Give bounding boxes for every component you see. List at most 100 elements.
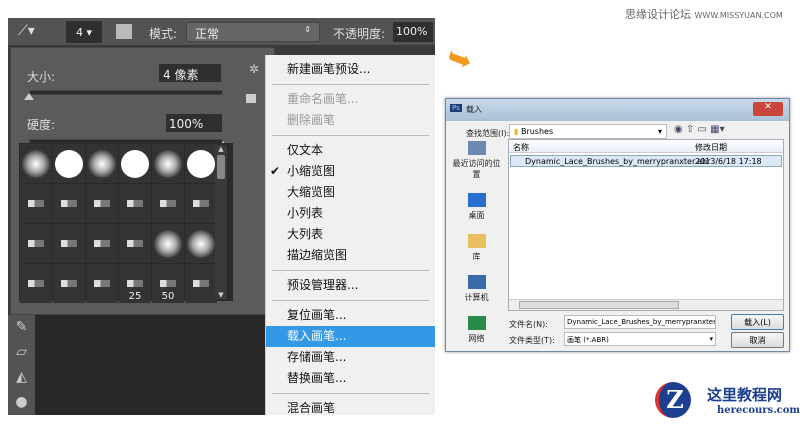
filename-input[interactable]: Dynamic_Lace_Brushes_by_merrypranxter.ab… bbox=[564, 315, 716, 329]
menu-item[interactable]: 大列表 bbox=[266, 224, 435, 245]
menu-item[interactable]: 小列表 bbox=[266, 203, 435, 224]
tip-brush-thumbnail bbox=[127, 240, 143, 247]
menu-separator bbox=[272, 300, 429, 301]
tip-brush-thumbnail bbox=[61, 280, 77, 287]
menu-item-label: 大列表 bbox=[287, 227, 324, 241]
menu-item[interactable]: 描边缩览图 bbox=[266, 245, 435, 266]
brush-preset[interactable] bbox=[185, 144, 217, 183]
menu-item[interactable]: 大缩览图 bbox=[266, 182, 435, 203]
brush-preset[interactable] bbox=[86, 184, 118, 223]
brush-preset[interactable] bbox=[53, 144, 85, 183]
brush-size-label: 25 bbox=[128, 291, 142, 302]
brush-preset[interactable] bbox=[185, 184, 217, 223]
size-label: 大小: bbox=[27, 70, 56, 84]
menu-item[interactable]: 删除画笔 bbox=[266, 110, 435, 131]
brush-preset[interactable] bbox=[53, 264, 85, 303]
place-item[interactable]: 最近访问的位置 bbox=[449, 141, 504, 180]
menu-item[interactable]: ✔ 小缩览图 bbox=[266, 161, 435, 182]
lookin-select[interactable]: ▮ Brushes ▾ bbox=[509, 124, 667, 139]
mode-label: 模式: bbox=[149, 27, 178, 41]
mode-select[interactable]: 正常 ⇕ bbox=[186, 22, 320, 42]
new-folder-icon[interactable]: ▭ bbox=[698, 124, 707, 135]
up-folder-icon[interactable]: ⇧ bbox=[686, 124, 694, 135]
menu-item[interactable]: 仅文本 bbox=[266, 140, 435, 161]
cancel-button[interactable]: 取消 bbox=[731, 332, 784, 348]
paint-bucket-icon[interactable]: ◭ bbox=[8, 365, 35, 390]
menu-item[interactable]: 存储画笔... bbox=[266, 347, 435, 368]
brush-preset[interactable] bbox=[86, 224, 118, 263]
brush-preset[interactable] bbox=[119, 144, 151, 183]
tip-brush-thumbnail bbox=[61, 200, 77, 207]
soft-brush-thumbnail bbox=[154, 149, 182, 178]
menu-item[interactable]: 重命名画笔... bbox=[266, 89, 435, 110]
preset-scrollbar[interactable]: ▲ ▼ bbox=[215, 145, 227, 299]
menu-item[interactable]: 复位画笔... bbox=[266, 305, 435, 326]
menu-separator bbox=[272, 84, 429, 85]
arrow-icon: ➥ bbox=[441, 38, 478, 81]
place-icon bbox=[467, 141, 486, 155]
brush-preset[interactable] bbox=[152, 144, 184, 183]
close-button[interactable]: ✕ bbox=[753, 102, 783, 116]
blur-drop-icon[interactable]: ● bbox=[8, 390, 35, 415]
column-name[interactable]: 名称 bbox=[513, 142, 529, 153]
brush-preset[interactable] bbox=[86, 264, 118, 303]
place-icon bbox=[467, 275, 486, 289]
brush-panel-toggle-icon[interactable] bbox=[116, 24, 132, 39]
brush-preset[interactable] bbox=[20, 144, 52, 183]
column-date[interactable]: 修改日期 bbox=[695, 142, 727, 153]
opacity-input[interactable]: 100% bbox=[393, 22, 433, 42]
hardness-input[interactable]: 100% bbox=[166, 114, 222, 132]
brush-preset[interactable] bbox=[119, 184, 151, 223]
brush-preset[interactable] bbox=[53, 184, 85, 223]
photoshop-window: ⟋▾ 4 ▾ 模式: 正常 ⇕ 不透明度: 100% 大小: 4 像素 ✲ 硬度:… bbox=[8, 18, 435, 415]
brush-preset[interactable] bbox=[20, 184, 52, 223]
brush-size-picker[interactable]: 4 ▾ bbox=[66, 21, 102, 43]
size-input[interactable]: 4 像素 bbox=[159, 64, 221, 82]
brush-preset[interactable] bbox=[86, 144, 118, 183]
size-slider[interactable] bbox=[29, 90, 223, 95]
load-dialog: Ps 载入 ✕ 查找范围(I): ▮ Brushes ▾ ◉ ⇧ ▭ ▦▾ 最近访… bbox=[445, 98, 790, 352]
brush-preset[interactable] bbox=[185, 264, 217, 303]
menu-item-label: 重命名画笔... bbox=[287, 92, 359, 106]
brush-panel-menu: 新建画笔预设... 重命名画笔... 删除画笔仅文本 ✔ 小缩览图 大缩览图 小列表大列表描… bbox=[265, 55, 435, 415]
brush-preset[interactable] bbox=[152, 224, 184, 263]
filetype-select[interactable]: 画笔 (*.ABR) ▾ bbox=[564, 332, 716, 346]
brush-preset[interactable] bbox=[185, 224, 217, 263]
history-brush-icon[interactable]: ✎ bbox=[8, 315, 35, 340]
menu-item[interactable]: 新建画笔预设... bbox=[266, 59, 435, 80]
horizontal-scrollbar[interactable] bbox=[509, 299, 783, 310]
menu-item-label: 仅文本 bbox=[287, 143, 324, 157]
new-preset-icon[interactable] bbox=[246, 94, 256, 103]
load-button[interactable]: 载入(L) bbox=[731, 314, 784, 330]
gear-icon[interactable]: ✲ bbox=[249, 62, 259, 76]
size-slider-thumb[interactable] bbox=[24, 93, 34, 100]
brush-preset[interactable] bbox=[20, 264, 52, 303]
tip-brush-thumbnail bbox=[94, 240, 110, 247]
menu-item[interactable]: 混合画笔 bbox=[266, 398, 435, 419]
menu-separator bbox=[272, 393, 429, 394]
lookin-value: Brushes bbox=[520, 127, 554, 136]
place-item[interactable]: 库 bbox=[449, 234, 504, 262]
menu-item[interactable]: 替换画笔... bbox=[266, 368, 435, 389]
hard-brush-thumbnail bbox=[121, 149, 149, 178]
file-row[interactable]: Dynamic_Lace_Brushes_by_merrypranxter.ab… bbox=[510, 155, 782, 167]
place-item[interactable]: 计算机 bbox=[449, 275, 504, 303]
brush-preset[interactable]: 25 bbox=[119, 264, 151, 303]
back-icon[interactable]: ◉ bbox=[674, 124, 683, 135]
eraser-icon[interactable]: ▱ bbox=[8, 340, 35, 365]
view-menu-icon[interactable]: ▦▾ bbox=[710, 124, 724, 135]
place-item[interactable]: 桌面 bbox=[449, 193, 504, 221]
hard-brush-thumbnail bbox=[55, 149, 83, 178]
watermark: 思缘设计论坛 WWW.MISSYUAN.COM bbox=[625, 6, 783, 22]
brush-preset[interactable] bbox=[152, 184, 184, 223]
menu-item[interactable]: 预设管理器... bbox=[266, 275, 435, 296]
brush-preset[interactable] bbox=[20, 224, 52, 263]
brush-preset[interactable] bbox=[119, 224, 151, 263]
brush-preset[interactable]: 50 bbox=[152, 264, 184, 303]
brush-preset[interactable] bbox=[53, 224, 85, 263]
menu-item-label: 混合画笔 bbox=[287, 401, 336, 415]
tip-brush-thumbnail bbox=[127, 200, 143, 207]
brush-tool-icon[interactable]: ⟋▾ bbox=[18, 23, 35, 39]
place-item[interactable]: 网络 bbox=[449, 316, 504, 344]
menu-item[interactable]: 载入画笔... bbox=[266, 326, 435, 347]
